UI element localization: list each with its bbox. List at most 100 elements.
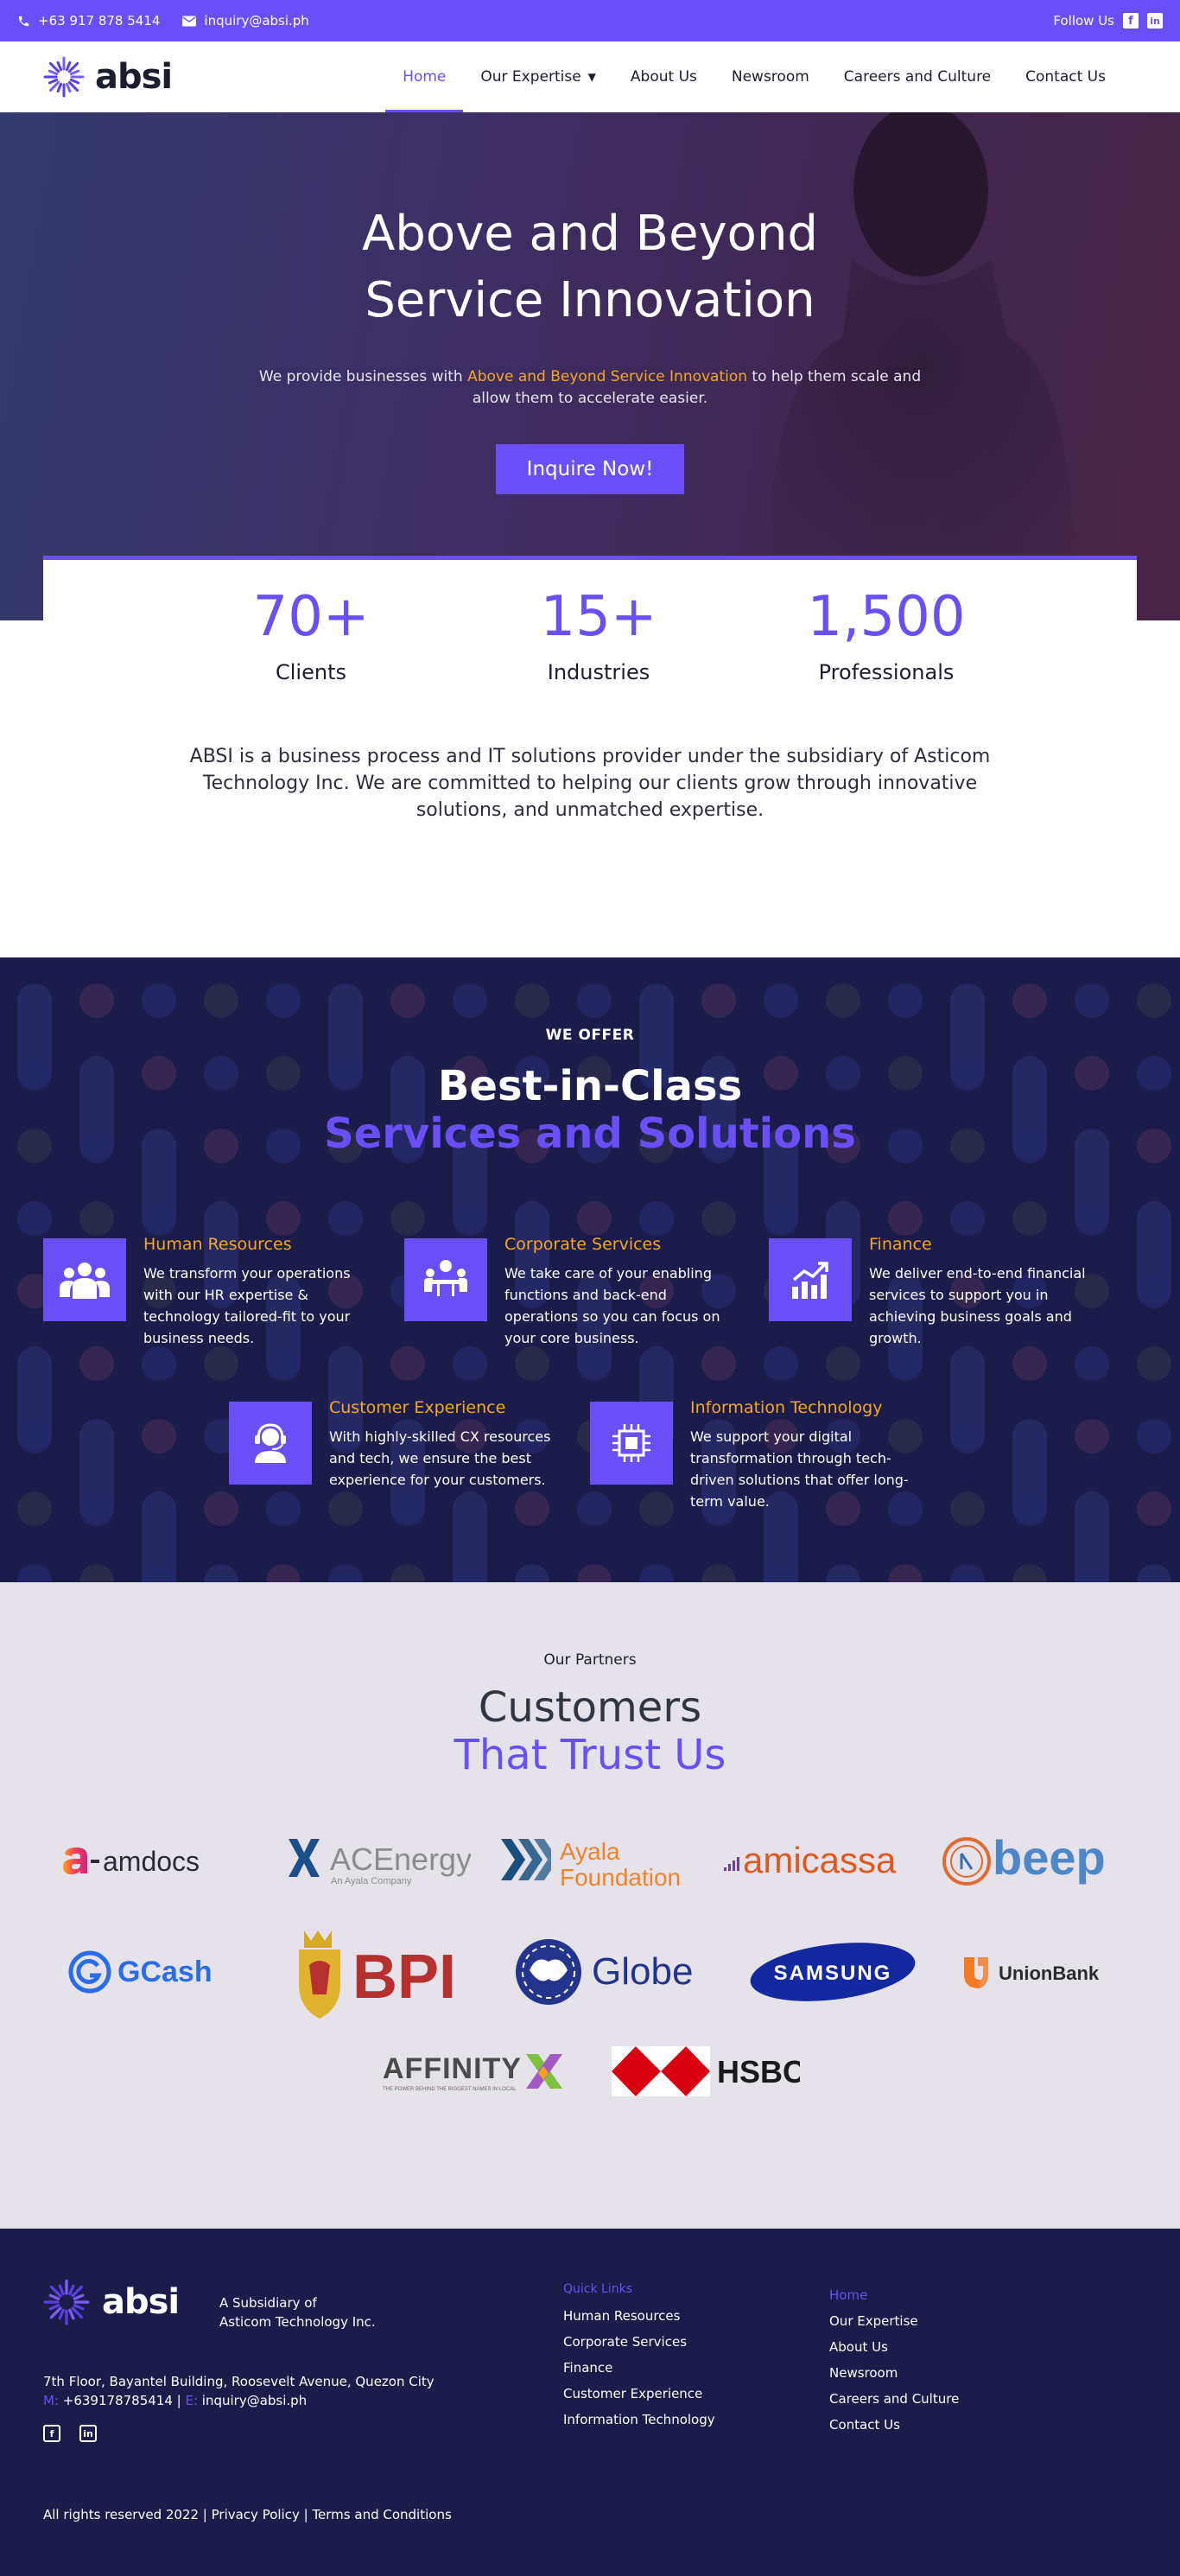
logo-unionbank: UnionBank	[961, 1937, 1116, 2007]
footer-link-customer-experience[interactable]: Customer Experience	[563, 2386, 715, 2401]
phone-icon	[18, 16, 29, 26]
subsidiary-line1: A Subsidiary of	[219, 2295, 317, 2311]
nav-newsroom-label: Newsroom	[731, 68, 809, 86]
footer-social: f in	[43, 2425, 97, 2442]
logo-gcash: GCash	[64, 1937, 237, 2007]
about-paragraph: ABSI is a business process and IT soluti…	[189, 746, 991, 821]
partners-section: Our Partners Customers That Trust Us amd…	[0, 1582, 1180, 2229]
logo-acenergy: ACEnergy An Ayala Company	[285, 1827, 471, 1896]
amicassa-wordmark: amicassa	[743, 1840, 897, 1880]
logo-amicassa: amicassa	[722, 1827, 912, 1896]
logo-globe: Globe	[514, 1937, 704, 2007]
nav-contact-us[interactable]: Contact Us	[1008, 41, 1123, 112]
foundation-wordmark: Foundation	[560, 1864, 681, 1889]
quick-links-header: Quick Links	[563, 2282, 633, 2296]
service-name: Finance	[869, 1235, 932, 1254]
absi-starburst-icon	[43, 2279, 90, 2325]
footer-link-contact-us[interactable]: Contact Us	[829, 2417, 959, 2433]
footer-link-careers[interactable]: Careers and Culture	[829, 2391, 959, 2407]
email-label: E:	[185, 2393, 198, 2408]
ayala-wordmark: Ayala	[560, 1838, 620, 1865]
top-bar: +63 917 878 5414 inquiry@absi.ph Follow …	[0, 0, 1180, 41]
gcash-wordmark: GCash	[117, 1956, 213, 1988]
logo-ayala-foundation: Ayala Foundation	[499, 1827, 694, 1896]
absi-starburst-icon	[43, 56, 85, 98]
nav-careers-label: Careers and Culture	[843, 68, 992, 86]
footer-link-finance[interactable]: Finance	[563, 2360, 715, 2376]
nav-newsroom[interactable]: Newsroom	[714, 41, 827, 112]
footer-address: 7th Floor, Bayantel Building, Roosevelt …	[43, 2374, 435, 2389]
follow-label: Follow Us	[1053, 13, 1114, 29]
stat-label: Clients	[276, 660, 346, 684]
amdocs-wordmark: amdocs	[103, 1846, 200, 1877]
nav-home[interactable]: Home	[385, 41, 464, 112]
services-title: Best-in-Class	[437, 1062, 743, 1110]
chevron-down-icon: ▼	[587, 71, 596, 83]
footer-link-our-expertise[interactable]: Our Expertise	[829, 2313, 959, 2329]
hero-sub-highlight: Above and Beyond Service Innovation	[467, 368, 748, 385]
service-name: Information Technology	[690, 1398, 883, 1417]
envelope-icon	[182, 16, 197, 26]
growth-chart-icon	[769, 1238, 852, 1321]
stat-professionals: 1,500 Professionals	[783, 586, 990, 684]
footer-logo-text: absi	[102, 2282, 180, 2322]
acenergy-tagline: An Ayala Company	[331, 1876, 412, 1886]
main-navigation: absi Home Our Expertise ▼ About Us Newsro…	[0, 41, 1180, 112]
facebook-icon[interactable]: f	[43, 2425, 60, 2442]
footer-link-newsroom[interactable]: Newsroom	[829, 2365, 959, 2381]
phone-link[interactable]: +63 917 878 5414	[17, 13, 160, 29]
nav-careers[interactable]: Careers and Culture	[827, 41, 1008, 112]
hero-title-line2: Service Innovation	[365, 272, 815, 328]
footer-link-about-us[interactable]: About Us	[829, 2339, 959, 2355]
services-section: WE OFFER Best-in-Class Services and Solu…	[0, 957, 1180, 1582]
inquire-now-button[interactable]: Inquire Now!	[495, 444, 685, 494]
nav-about-label: About Us	[630, 68, 697, 86]
logo-beep: beep	[941, 1827, 1122, 1896]
footer-link-home[interactable]: Home	[829, 2287, 959, 2303]
nav-about-us[interactable]: About Us	[613, 41, 714, 112]
service-name: Customer Experience	[329, 1398, 506, 1417]
footer-copyright: All rights reserved 2022 | Privacy Polic…	[43, 2507, 452, 2522]
partners-kicker: Our Partners	[543, 1651, 637, 1669]
nav-expertise-label: Our Expertise	[480, 68, 581, 86]
service-information-technology[interactable]: Information Technology We support your d…	[590, 1398, 918, 1512]
footer-email[interactable]: inquiry@absi.ph	[202, 2393, 307, 2408]
chip-icon	[590, 1402, 673, 1485]
services-kicker: WE OFFER	[545, 1027, 635, 1044]
partners-title: Customers	[478, 1683, 702, 1732]
logo-affinity-x: AFFINITY THE POWER BEHIND THE BIGGEST NA…	[381, 2037, 575, 2106]
footer: absi A Subsidiary of Asticom Technology …	[0, 2229, 1180, 2576]
samsung-wordmark: SAMSUNG	[773, 1962, 891, 1985]
footer-link-human-resources[interactable]: Human Resources	[563, 2308, 715, 2324]
service-description: With highly-skilled CX resources and tec…	[329, 1428, 551, 1488]
stat-label: Professionals	[818, 660, 955, 684]
service-description: We support your digital transformation t…	[690, 1428, 909, 1510]
footer-subsidiary: A Subsidiary of Asticom Technology Inc.	[219, 2293, 376, 2331]
acenergy-wordmark: ACEnergy	[330, 1841, 471, 1877]
logo-samsung: SAMSUNG	[746, 1937, 919, 2007]
linkedin-icon[interactable]: in	[1147, 13, 1163, 29]
service-customer-experience[interactable]: Customer Experience With highly-skilled …	[229, 1398, 566, 1491]
stat-clients: 70+ Clients	[207, 586, 415, 684]
logo-amdocs: amdocs	[58, 1827, 257, 1896]
affinity-tagline: THE POWER BEHIND THE BIGGEST NAMES IN LO…	[383, 2087, 517, 2092]
globe-wordmark: Globe	[592, 1950, 693, 1993]
service-human-resources[interactable]: Human Resources We transform your operat…	[43, 1235, 371, 1349]
logo[interactable]: absi	[43, 56, 173, 98]
footer-mobile[interactable]: +639178785414	[63, 2393, 173, 2408]
partner-logo-row: AFFINITY THE POWER BEHIND THE BIGGEST NA…	[43, 2037, 1137, 2106]
nav-home-label: Home	[403, 68, 447, 86]
footer-site-links: Home Our Expertise About Us Newsroom Car…	[829, 2287, 959, 2443]
mobile-label: M:	[43, 2393, 59, 2408]
nav-our-expertise[interactable]: Our Expertise ▼	[463, 41, 613, 112]
linkedin-icon[interactable]: in	[79, 2425, 97, 2442]
facebook-icon[interactable]: f	[1123, 13, 1139, 29]
footer-logo[interactable]: absi	[43, 2279, 180, 2325]
service-description: We transform your operations with our HR…	[143, 1265, 351, 1346]
service-finance[interactable]: Finance We deliver end-to-end financial …	[769, 1235, 1106, 1349]
email-link[interactable]: inquiry@absi.ph	[182, 13, 309, 29]
footer-link-corporate-services[interactable]: Corporate Services	[563, 2334, 715, 2350]
service-description: We deliver end-to-end financial services…	[869, 1265, 1086, 1346]
footer-link-information-technology[interactable]: Information Technology	[563, 2412, 715, 2427]
service-corporate-services[interactable]: Corporate Services We take care of your …	[404, 1235, 733, 1349]
